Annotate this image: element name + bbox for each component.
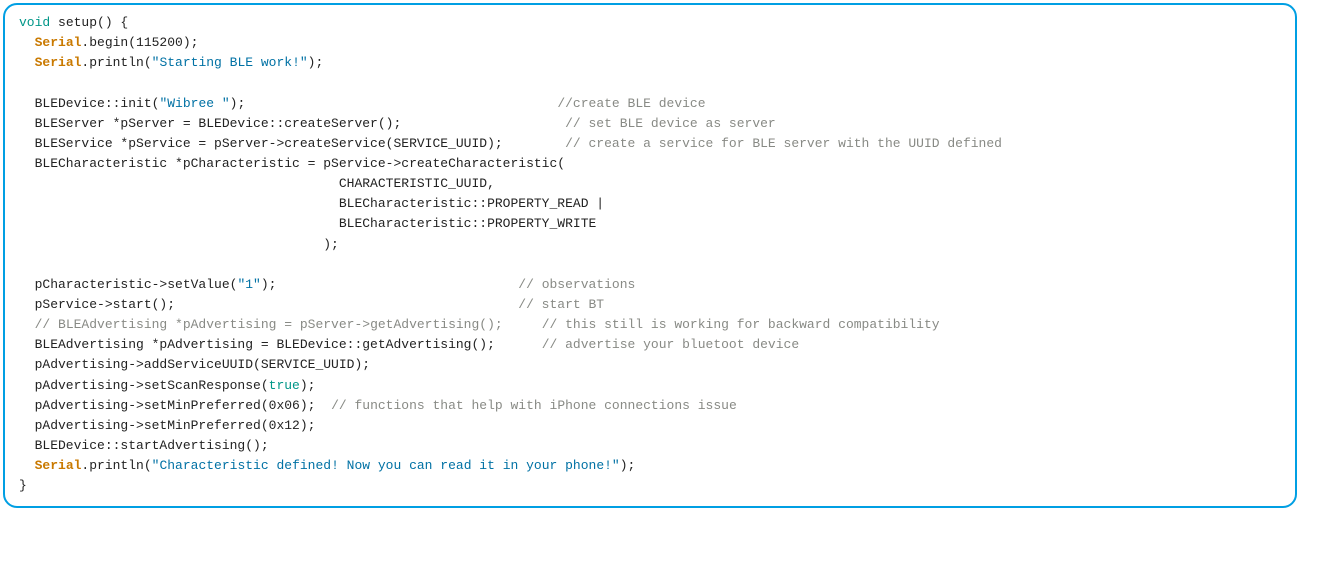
code-token-plain: ); xyxy=(308,55,324,70)
code-token-str: "Characteristic defined! Now you can rea… xyxy=(152,458,620,473)
code-token-plain: .println( xyxy=(81,55,151,70)
code-token-str: "Starting BLE work!" xyxy=(152,55,308,70)
code-token-plain: CHARACTERISTIC_UUID, xyxy=(19,176,495,191)
code-token-plain: 0x12 xyxy=(269,418,300,433)
code-token-str: "Wibree " xyxy=(159,96,229,111)
code-token-plain: .println( xyxy=(81,458,151,473)
code-token-plain: setup xyxy=(50,15,97,30)
code-token-plain xyxy=(19,458,35,473)
code-token-com: // set BLE device as server xyxy=(565,116,776,131)
code-token-plain: 0x06 xyxy=(269,398,300,413)
code-token-plain: ); xyxy=(300,418,316,433)
code-token-plain: ); xyxy=(19,237,339,252)
code-token-com: // advertise your bluetoot device xyxy=(542,337,799,352)
code-token-plain: pAdvertising->setMinPreferred( xyxy=(19,398,269,413)
code-token-plain: pService->start(); xyxy=(19,297,518,312)
code-token-type: Serial xyxy=(35,35,82,50)
code-token-com: //create BLE device xyxy=(557,96,705,111)
code-token-com: // start BT xyxy=(518,297,604,312)
code-token-type: Serial xyxy=(35,55,82,70)
code-token-plain xyxy=(19,35,35,50)
code-token-plain: BLEDevice::init( xyxy=(19,96,159,111)
code-token-com: // create a service for BLE server with … xyxy=(565,136,1002,151)
code-token-plain: () { xyxy=(97,15,128,30)
code-token-plain: ); xyxy=(230,96,558,111)
code-token-plain: ); xyxy=(261,277,518,292)
code-token-plain: pAdvertising->setScanResponse( xyxy=(19,378,269,393)
code-token-plain: pAdvertising->setMinPreferred( xyxy=(19,418,269,433)
code-token-plain xyxy=(19,317,35,332)
code-token-plain: BLECharacteristic *pCharacteristic = pSe… xyxy=(19,156,565,171)
code-token-com: // functions that help with iPhone conne… xyxy=(331,398,737,413)
code-token-plain: BLEServer *pServer = BLEDevice::createSe… xyxy=(19,116,565,131)
code-token-plain: pAdvertising->addServiceUUID(SERVICE_UUI… xyxy=(19,357,370,372)
code-token-plain: .begin( xyxy=(81,35,136,50)
code-token-plain: BLEAdvertising *pAdvertising = BLEDevice… xyxy=(19,337,542,352)
code-token-kw: true xyxy=(269,378,300,393)
code-token-plain: ); xyxy=(300,398,331,413)
code-token-plain: ); xyxy=(183,35,199,50)
code-token-plain: BLEService *pService = pServer->createSe… xyxy=(19,136,565,151)
code-token-plain: pCharacteristic->setValue( xyxy=(19,277,237,292)
code-token-com: // BLEAdvertising *pAdvertising = pServe… xyxy=(35,317,940,332)
code-token-str: "1" xyxy=(237,277,260,292)
code-token-plain: ); xyxy=(300,378,316,393)
code-token-plain: BLEDevice::startAdvertising(); xyxy=(19,438,269,453)
code-content: void setup() { Serial.begin(115200); Ser… xyxy=(19,13,1281,496)
code-token-com: // observations xyxy=(518,277,635,292)
code-token-plain: BLECharacteristic::PROPERTY_WRITE xyxy=(19,216,596,231)
code-token-plain xyxy=(19,55,35,70)
code-token-kw: void xyxy=(19,15,50,30)
code-block: void setup() { Serial.begin(115200); Ser… xyxy=(3,3,1297,508)
code-token-plain: BLECharacteristic::PROPERTY_READ | xyxy=(19,196,604,211)
code-token-plain: ); xyxy=(620,458,636,473)
code-token-plain: } xyxy=(19,478,27,493)
code-token-type: Serial xyxy=(35,458,82,473)
code-token-plain: 115200 xyxy=(136,35,183,50)
